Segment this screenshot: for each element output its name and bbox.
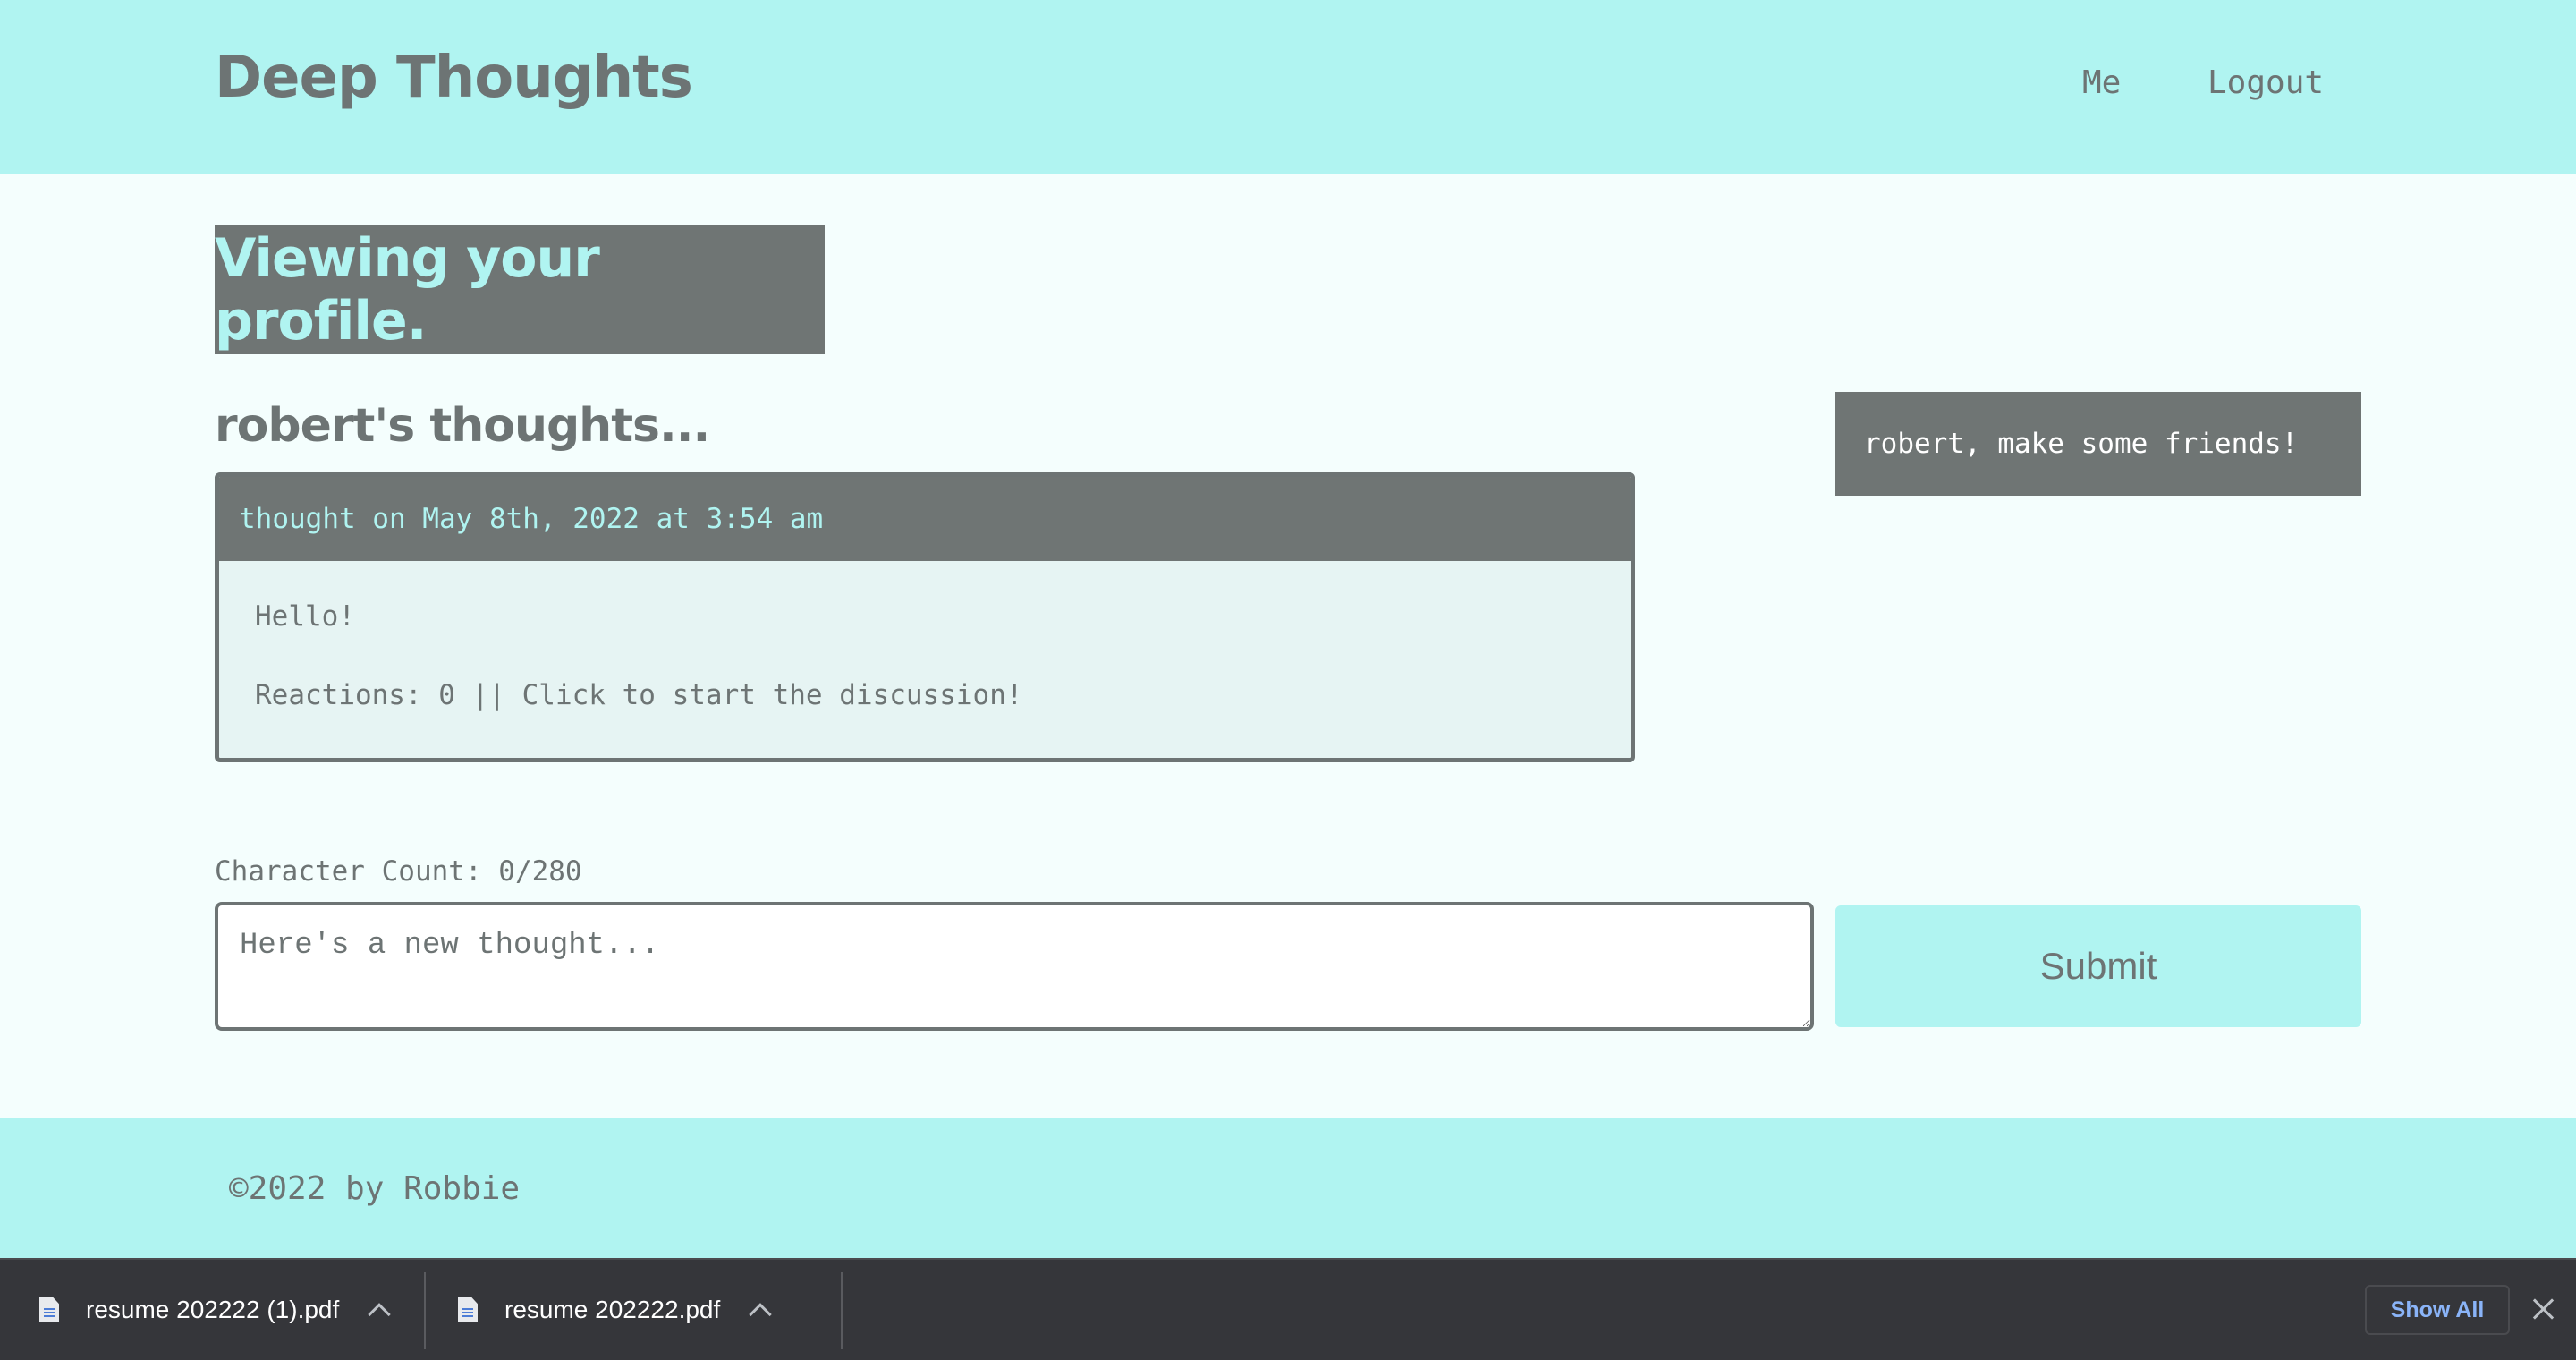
site-brand-link[interactable]: Deep Thoughts [215, 45, 693, 111]
site-footer: ©2022 by Robbie [0, 1118, 2576, 1258]
chevron-up-icon[interactable] [368, 1303, 392, 1326]
download-bar: resume 202222 (1).pdf resume 202222.pdf … [0, 1258, 2576, 1360]
chevron-up-icon[interactable] [749, 1303, 773, 1326]
download-item[interactable]: resume 202222 (1).pdf [39, 1260, 392, 1360]
friends-message: robert, make some friends! [1864, 428, 2299, 460]
site-header: Deep Thoughts Me Logout [0, 0, 2576, 174]
download-divider [841, 1272, 843, 1349]
friends-box: robert, make some friends! [1835, 392, 2361, 496]
thoughts-heading: robert's thoughts... [215, 399, 710, 453]
profile-banner: Viewing your profile. [215, 225, 825, 354]
nav-me-link[interactable]: Me [2082, 64, 2121, 101]
thought-body: Hello! Reactions: 0 || Click to start th… [219, 561, 1631, 711]
nav-logout-link[interactable]: Logout [2207, 64, 2324, 101]
footer-copyright: ©2022 by Robbie [229, 1170, 521, 1207]
show-all-button[interactable]: Show All [2365, 1285, 2510, 1335]
thought-text: Hello! [255, 600, 355, 633]
pdf-file-icon [39, 1297, 59, 1322]
download-file-name: resume 202222.pdf [504, 1296, 721, 1323]
download-divider [424, 1272, 426, 1349]
thought-card: thought on May 8th, 2022 at 3:54 am Hell… [215, 472, 1635, 762]
new-thought-input[interactable] [215, 902, 1814, 1031]
download-file-name: resume 202222 (1).pdf [86, 1296, 340, 1323]
download-item[interactable]: resume 202222.pdf [458, 1260, 773, 1360]
close-icon[interactable] [2528, 1294, 2558, 1324]
submit-button[interactable]: Submit [1835, 905, 2361, 1027]
thought-header-link[interactable]: thought on May 8th, 2022 at 3:54 am [219, 477, 1631, 561]
character-count: Character Count: 0/280 [215, 855, 582, 888]
thought-reactions-link[interactable]: Reactions: 0 || Click to start the discu… [255, 679, 1631, 711]
profile-banner-text: Viewing your profile. [215, 227, 600, 353]
pdf-file-icon [458, 1297, 478, 1322]
